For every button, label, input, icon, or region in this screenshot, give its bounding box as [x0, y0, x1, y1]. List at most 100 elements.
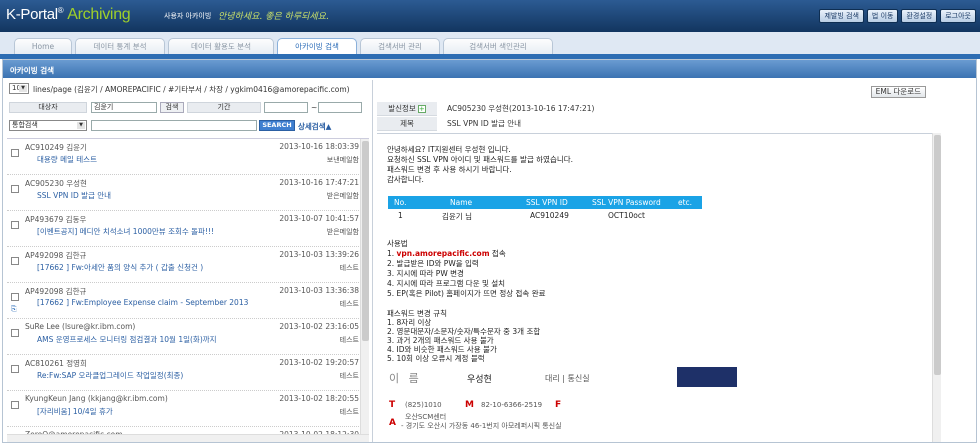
- search-button[interactable]: SEARCH: [259, 120, 295, 131]
- item-sender: AP493679 김동우: [25, 215, 87, 224]
- list-item[interactable]: ⎘ AP492098 김한규 [17662 ] Fw:Employee Expens…: [7, 283, 359, 319]
- subject-value: SSL VPN ID 발급 안내: [447, 119, 522, 128]
- row-checkbox[interactable]: [11, 221, 19, 229]
- item-folder: 테스트: [339, 300, 359, 308]
- list-item[interactable]: AC905230 우성현 SSL VPN ID 발급 안내 2013-10-16 1…: [7, 175, 359, 211]
- item-sender: AC905230 우성현: [25, 179, 87, 188]
- row-checkbox[interactable]: [11, 401, 19, 409]
- keyword-input[interactable]: [91, 120, 257, 131]
- usage-suffix: 접속: [489, 249, 506, 258]
- list-item[interactable]: AC910249 김윤기대용량 메일 테스트 2013-10-16 18:03:3…: [7, 139, 359, 175]
- table-header-row: No. Name SSL VPN ID SSL VPN Password etc…: [388, 196, 702, 209]
- tab-search-index[interactable]: 검색서버 색인관리: [443, 38, 553, 54]
- item-subject[interactable]: AMS 운영프로세스 모니터링 점검결과 10월 1일(화)까지: [37, 334, 217, 345]
- page-size-select[interactable]: 10 ▼: [9, 83, 29, 94]
- period-end-input[interactable]: [318, 102, 362, 113]
- list-item[interactable]: SuRe Lee (lsure@kr.ibm.com) AMS 운영프로세스 모니…: [7, 319, 359, 355]
- list-scroll-thumb[interactable]: [362, 141, 369, 341]
- search-list-pane: 10 ▼ lines/page (김윤기 / AMOREPACIFIC / #기타…: [7, 80, 369, 442]
- sig-t: T: [389, 400, 396, 410]
- item-date: 2013-10-07 10:41:57: [279, 214, 359, 223]
- list-item[interactable]: AC810261 정영희 Re:Fw:SAP 오라클업그레이드 작업일정(최종) 2…: [7, 355, 359, 391]
- sig-title: 대리 | 통신실: [545, 374, 590, 383]
- cell-vpn-id: AC910249: [530, 211, 569, 220]
- item-date: 2013-10-02 19:20:57: [279, 358, 359, 367]
- item-sender: AC810261 정영희: [25, 359, 87, 368]
- row-checkbox[interactable]: [11, 365, 19, 373]
- target-input[interactable]: 김윤기: [91, 102, 157, 113]
- item-sender: SuRe Lee (lsure@kr.ibm.com): [25, 322, 136, 331]
- top-bar: K-Portal® Archiving 사용자 아카이빙 안녕하세요. 좋은 하…: [0, 0, 980, 32]
- tab-home[interactable]: Home: [14, 38, 72, 54]
- row-checkbox[interactable]: [11, 293, 19, 301]
- logo-reg: ®: [57, 6, 64, 15]
- list-scrollbar[interactable]: [360, 139, 369, 434]
- usage-line: 5. EP(혹은 Pilot) 홈페이지가 뜨면 정상 접속 완료: [387, 289, 546, 298]
- advanced-search-link[interactable]: 상세검색▲: [298, 121, 331, 132]
- row-checkbox[interactable]: [11, 257, 19, 265]
- logout-button[interactable]: 로그아웃: [940, 9, 976, 23]
- item-sender: AP492098 김한규: [25, 251, 87, 260]
- tab-data-stats[interactable]: 데이터 통계 분석: [75, 38, 165, 54]
- item-folder: 보낸메일함: [326, 156, 359, 164]
- tab-data-usage[interactable]: 데이터 활용도 분석: [168, 38, 274, 54]
- cell-no: 1: [398, 211, 403, 220]
- sig-name: 우성현: [467, 375, 492, 385]
- plus-icon[interactable]: +: [417, 105, 426, 113]
- detail-scroll-thumb[interactable]: [934, 135, 941, 375]
- sender-label: 발신정보 +: [377, 102, 437, 116]
- item-subject[interactable]: [17662 ] Fw:Employee Expense claim - Sep…: [37, 298, 248, 307]
- sig-tel: (825)1010: [405, 401, 442, 409]
- col-header: No.: [394, 198, 407, 207]
- eml-download-button[interactable]: EML 다운로드: [870, 86, 926, 98]
- tab-archive-search[interactable]: 아카이빙 검색: [277, 38, 357, 55]
- sender-label-text: 발신정보: [388, 104, 416, 113]
- usage-num: 1.: [387, 249, 397, 258]
- panel-title: 아카이빙 검색: [3, 60, 976, 78]
- item-folder: 받은메일함: [326, 228, 359, 236]
- settings-button[interactable]: 환경설정: [901, 9, 938, 23]
- list-h-scrollbar[interactable]: [7, 434, 369, 442]
- list-item[interactable]: KyungKeun Jang (kkjang@kr.ibm.com) [자리비움]…: [7, 391, 359, 427]
- tab-bar: Home 데이터 통계 분석 데이터 활용도 분석 아카이빙 검색 검색서버 관…: [0, 32, 980, 55]
- target-label: 대상자: [9, 102, 87, 113]
- row-checkbox[interactable]: [11, 329, 19, 337]
- item-sender: KyungKeun Jang (kkjang@kr.ibm.com): [25, 394, 168, 403]
- target-find-button[interactable]: 검색: [160, 102, 184, 113]
- item-subject[interactable]: Re:Fw:SAP 오라클업그레이드 작업일정(최종): [37, 370, 183, 381]
- move-button[interactable]: 법 이동: [866, 9, 899, 23]
- cell-vpn-password: OCT10oct: [608, 211, 645, 220]
- row-checkbox[interactable]: [11, 149, 19, 157]
- sig-m: M: [465, 400, 474, 410]
- archive-search-panel: 아카이빙 검색 10 ▼ lines/page (김윤기 / AMOREPACIF…: [2, 59, 977, 443]
- vpn-table: No. Name SSL VPN ID SSL VPN Password etc…: [388, 196, 702, 222]
- table-row: 1 김윤기 님 AC910249 OCT10oct: [388, 209, 702, 222]
- app-logo[interactable]: K-Portal® Archiving: [6, 6, 131, 24]
- result-list: AC910249 김윤기대용량 메일 테스트 2013-10-16 18:03:3…: [7, 138, 369, 442]
- cell-name: 김윤기 님: [442, 212, 472, 221]
- item-sender: AC910249 김윤기: [25, 143, 87, 152]
- list-item[interactable]: AP492098 김한규 [17662 ] Fw:아세안 품의 양식 추가 ( 갑…: [7, 247, 359, 283]
- item-date: 2013-10-16 18:03:39: [279, 142, 359, 151]
- search-system-button[interactable]: 제발빙 검색: [819, 9, 864, 23]
- sig-name-label: 이 름: [389, 372, 422, 385]
- row-checkbox[interactable]: [11, 185, 19, 193]
- top-buttons: 제발빙 검색 법 이동 환경설정 로그아웃: [819, 9, 976, 23]
- col-header: SSL VPN ID: [526, 198, 568, 207]
- mail-info: 발신정보 + AC905230 우성현(2013-10-16 17:47:21) …: [377, 102, 937, 132]
- app-subtitle: 사용자 아카이빙: [164, 12, 212, 20]
- item-date: 2013-10-16 17:47:21: [279, 178, 359, 187]
- item-subject[interactable]: [자리비움] 10/4일 휴가: [37, 406, 113, 417]
- tab-search-server[interactable]: 검색서버 관리: [360, 38, 440, 54]
- item-subject[interactable]: [17662 ] Fw:아세안 품의 양식 추가 ( 갑출 신청건 ): [37, 262, 203, 273]
- item-subject[interactable]: [이벤트공지] 메디안 치석소녀 1000만뷰 조회수 돌파!!!: [37, 226, 214, 237]
- item-subject[interactable]: 대용량 메일 테스트: [37, 154, 97, 165]
- vpn-link[interactable]: vpn.amorepacific.com: [397, 249, 490, 258]
- rule-line: 5. 10회 이상 오류시 계정 블럭: [387, 354, 485, 363]
- scope-select[interactable]: 통합검색 ▼: [9, 120, 87, 131]
- list-item[interactable]: AP493679 김동우 [이벤트공지] 메디안 치석소녀 1000만뷰 조회수 …: [7, 211, 359, 247]
- period-start-input[interactable]: [264, 102, 308, 113]
- detail-scrollbar[interactable]: [932, 133, 941, 442]
- col-header: SSL VPN Password: [592, 198, 661, 207]
- item-subject[interactable]: SSL VPN ID 발급 안내: [37, 190, 111, 201]
